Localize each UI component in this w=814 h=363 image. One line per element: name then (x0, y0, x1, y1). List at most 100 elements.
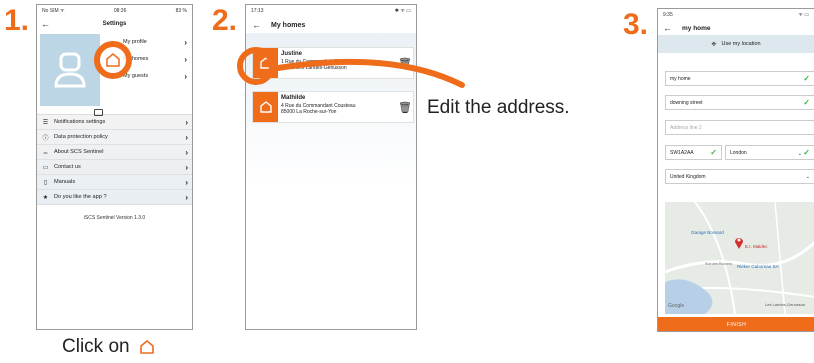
home-edit-button[interactable] (253, 92, 278, 122)
menu-contact[interactable]: ▭ Contact us › (37, 160, 192, 175)
field-placeholder: Address line 2 (670, 124, 702, 131)
chevron-right-icon: › (185, 177, 188, 187)
status-bar: No SIM ᯤ 08:36 83 % (37, 5, 192, 17)
page-title: my home (682, 24, 711, 32)
crosshair-icon: ⌖ (711, 38, 717, 49)
chevron-right-icon: › (184, 71, 187, 81)
menu-data-protection[interactable]: ⓘ Data protection policy › (37, 130, 192, 145)
field-value: my home (670, 75, 691, 82)
postcode-field[interactable]: SW1A2AA ✓ (665, 145, 722, 160)
page-title: My homes (271, 21, 306, 29)
chevron-right-icon: › (184, 37, 187, 47)
caption-edit-address: Edit the address. (427, 97, 570, 118)
step-number-3: 3. (623, 8, 649, 41)
map-poi-label: E.I. Maldec (745, 244, 768, 249)
chevron-right-icon: › (185, 162, 188, 172)
city-field[interactable]: London ⌄ ✓ (725, 145, 814, 160)
status-icons: ✱ ᯤ ▭ (394, 8, 411, 14)
field-value: London (730, 149, 747, 156)
caption-click-on: Click on (62, 336, 156, 358)
step-number-2: 2. (212, 4, 238, 37)
field-value: downing street (670, 99, 703, 106)
menu-label: Notifications settings (54, 119, 106, 125)
map-poi-label: Garage Bossard (691, 230, 724, 235)
version-text: iSCS Sentinel Version 1.3.0 (83, 215, 146, 221)
phone-settings-screen: No SIM ᯤ 08:36 83 % ← Settings My profil… (36, 4, 193, 330)
document-icon: ▯ (43, 179, 48, 186)
home-details: Mathilde 4 Rue du Commandant Cousteau 85… (278, 92, 397, 122)
chat-icon: ▭ (42, 164, 49, 171)
back-arrow-icon[interactable]: ← (252, 20, 261, 30)
menu-label: Contact us (54, 164, 81, 170)
time-text: 08:36 (113, 8, 127, 14)
home-card[interactable]: Mathilde 4 Rue du Commandant Cousteau 85… (252, 91, 414, 123)
address-line2-field[interactable]: Address line 2 (665, 120, 814, 135)
camera-icon[interactable] (94, 109, 103, 116)
dots-icon: ••• (43, 149, 48, 155)
header: ← My homes (246, 17, 416, 33)
user-placeholder-icon (54, 52, 86, 88)
highlight-ring (94, 41, 132, 79)
phone-my-homes-screen: 17:13 ✱ ᯤ ▭ ← My homes Justine 1 Rue du … (245, 4, 417, 330)
profile-section: My profile › My homes › My guests › (37, 31, 192, 116)
menu-rate-app[interactable]: ★ Do you like the app ? › (37, 190, 192, 205)
map-brand-label: Google (668, 303, 685, 309)
check-icon: ✓ (803, 148, 810, 157)
check-icon: ✓ (710, 148, 717, 157)
map-pin-icon (735, 238, 743, 249)
menu-label: About SCS Sentinel (54, 149, 104, 155)
map-roads (665, 202, 814, 314)
status-bar: 17:13 ✱ ᯤ ▭ (246, 5, 416, 17)
chevron-down-icon: ⌄ (797, 151, 802, 157)
caption-text: Click on (62, 336, 130, 357)
chevron-right-icon: › (185, 117, 188, 127)
use-location-label: Use my location (721, 41, 761, 47)
chevron-right-icon: › (185, 132, 188, 142)
field-value: United Kingdom (670, 173, 706, 180)
map-view[interactable]: Garage Bossard E.I. Maldec Rieker Gabore… (665, 202, 814, 314)
trash-icon[interactable]: 🗑 (397, 92, 413, 122)
menu-label: Do you like the app ? (54, 194, 107, 200)
back-arrow-icon[interactable]: ← (41, 19, 50, 29)
status-icons: ᯤ ▭ (798, 12, 809, 18)
home-address-line2: 85000 La Roche-sur-Yon (281, 108, 337, 115)
menu-notifications[interactable]: ☰ Notifications settings › (37, 115, 192, 130)
chevron-right-icon: › (184, 54, 187, 64)
chevron-right-icon: › (185, 192, 188, 202)
country-select[interactable]: United Kingdom ⌄ (665, 169, 814, 184)
menu-manuals[interactable]: ▯ Manuals › (37, 175, 192, 190)
star-icon: ★ (42, 194, 49, 201)
map-poi-label: Rieker Gaboreau SA (737, 264, 779, 269)
check-icon: ✓ (803, 74, 810, 83)
check-icon: ✓ (803, 98, 810, 107)
house-icon (139, 339, 154, 354)
finish-button[interactable]: FINISH (658, 317, 814, 331)
menu-label: Manuals (54, 179, 76, 185)
chevron-right-icon: › (185, 147, 188, 157)
home-name-field[interactable]: my home ✓ (665, 71, 814, 86)
settings-menu: ☰ Notifications settings › ⓘ Data protec… (37, 115, 192, 205)
carrier-text: No SIM ᯤ (42, 8, 65, 14)
menu-about[interactable]: ••• About SCS Sentinel › (37, 145, 192, 160)
battery-text: 83 % (175, 8, 187, 14)
street-field[interactable]: downing street ✓ (665, 95, 814, 110)
avatar[interactable] (40, 34, 100, 106)
header: ← Settings (37, 17, 192, 31)
map-town-label: Les Landes-Genusson (765, 302, 806, 307)
page-title: Settings (102, 21, 127, 27)
house-icon (259, 101, 272, 113)
sliders-icon: ☰ (42, 119, 49, 126)
menu-label: Data protection policy (54, 134, 108, 140)
field-value: SW1A2AA (670, 149, 694, 156)
status-bar: 9:35 ᯤ ▭ (658, 9, 814, 21)
chevron-down-icon: ⌄ (805, 173, 810, 180)
info-icon: ⓘ (42, 135, 49, 142)
use-location-button[interactable]: ⌖ Use my location (658, 35, 814, 53)
pointer-arc (270, 58, 465, 88)
back-arrow-icon[interactable]: ← (663, 23, 672, 33)
tutorial-canvas: 1. No SIM ᯤ 08:36 83 % ← Settings My pro… (0, 0, 814, 363)
step-number-1: 1. (4, 4, 30, 37)
map-road-label: Rue des Ruchers (705, 262, 733, 266)
time-text: 9:35 (663, 12, 673, 18)
time-text: 17:13 (251, 8, 264, 14)
